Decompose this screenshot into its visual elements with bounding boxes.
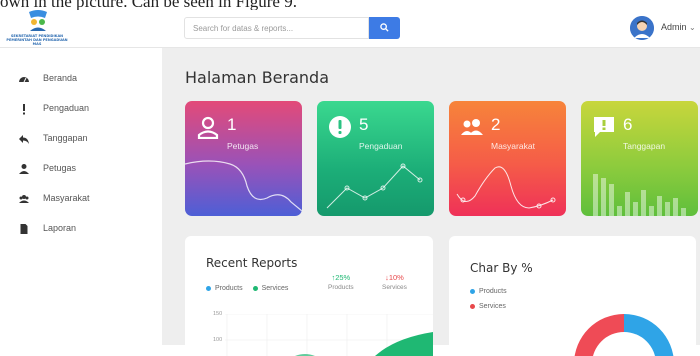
logo-text: SEKRETARIAT PENDIDIKAN PEMERINTAH DAN PE… xyxy=(6,34,68,46)
sidebar-item-laporan[interactable]: Laporan xyxy=(0,218,162,240)
card-label: Petugas xyxy=(227,141,259,151)
exclamation-icon xyxy=(23,104,25,115)
donut-chart xyxy=(574,314,674,356)
sparkline-decoration xyxy=(593,174,686,216)
exclamation-circle-icon xyxy=(329,116,351,138)
stat-products: ↑25% Products xyxy=(328,273,354,291)
stat-services: ↓10% Services xyxy=(382,273,407,291)
recent-reports-panel: Recent Reports Products Services ↑25% Pr… xyxy=(185,236,433,356)
chart-legend: Products Services xyxy=(206,285,288,292)
services-area xyxy=(375,332,433,356)
card-value: 6 xyxy=(623,115,633,134)
sidebar: Beranda Pengaduan Tanggapan Petugas Masy… xyxy=(0,48,162,345)
donut-slice-products xyxy=(624,314,674,356)
search-button[interactable] xyxy=(369,17,400,39)
user-icon xyxy=(19,164,29,174)
logo-emblem-icon xyxy=(29,10,47,31)
stat-value: ↓10% xyxy=(385,273,404,282)
users-icon xyxy=(19,195,29,203)
sparkline-decoration xyxy=(326,163,423,209)
legend-item: Products xyxy=(206,285,243,292)
legend-item: Services xyxy=(470,303,506,310)
sparkline-decoration xyxy=(185,160,302,212)
tachometer-icon xyxy=(19,77,29,83)
char-by-panel: Char By % Products Services xyxy=(449,236,696,356)
page-title: Halaman Beranda xyxy=(185,68,330,87)
sidebar-item-tanggapan[interactable]: Tanggapan xyxy=(0,128,162,150)
sidebar-item-label: Masyarakat xyxy=(43,193,90,203)
card-label: Tanggapan xyxy=(623,141,666,151)
sidebar-item-label: Laporan xyxy=(43,223,77,233)
user-icon xyxy=(197,116,219,139)
file-icon xyxy=(20,224,28,234)
reports-chart xyxy=(225,314,433,356)
stat-value: ↑25% xyxy=(331,273,351,282)
search-input[interactable]: Search for datas & reports... xyxy=(184,17,369,39)
user-name: Admin xyxy=(661,22,687,32)
sidebar-item-label: Pengaduan xyxy=(43,103,90,113)
y-tick-label: 150 xyxy=(213,311,223,317)
card-label: Masyarakat xyxy=(491,141,535,151)
sidebar-item-label: Beranda xyxy=(43,73,78,83)
comment-icon xyxy=(594,117,614,137)
legend-item: Services xyxy=(252,285,288,292)
stat-card-tanggapan[interactable]: 6 Tanggapan xyxy=(581,101,698,216)
card-value: 5 xyxy=(359,115,369,134)
top-bar: SEKRETARIAT PENDIDIKAN PEMERINTAH DAN PE… xyxy=(0,10,700,48)
donut-slice-services xyxy=(574,314,624,356)
stat-card-pengaduan[interactable]: 5 Pengaduan xyxy=(317,101,434,216)
search-icon xyxy=(380,23,389,32)
card-value: 1 xyxy=(227,115,237,134)
app-logo[interactable]: SEKRETARIAT PENDIDIKAN PEMERINTAH DAN PE… xyxy=(4,10,70,46)
panel-title: Recent Reports xyxy=(206,256,298,270)
sidebar-item-label: Tanggapan xyxy=(43,133,88,143)
main-content: Halaman Beranda 1 Petugas 5 Pengaduan 2 … xyxy=(162,48,700,356)
stat-card-petugas[interactable]: 1 Petugas xyxy=(185,101,302,216)
user-menu[interactable]: Admin ⌄ xyxy=(661,22,696,32)
y-tick-label: 100 xyxy=(213,337,223,343)
figure-caption: own in the picture. Can be seen in Figur… xyxy=(0,0,297,10)
stat-label: Products xyxy=(328,284,354,291)
reply-icon xyxy=(19,135,29,144)
chevron-down-icon: ⌄ xyxy=(689,23,696,32)
sparkline-decoration xyxy=(456,166,556,209)
stat-card-masyarakat[interactable]: 2 Masyarakat xyxy=(449,101,566,216)
panel-title: Char By % xyxy=(470,261,533,275)
avatar[interactable] xyxy=(630,16,654,40)
sidebar-item-pengaduan[interactable]: Pengaduan xyxy=(0,98,162,120)
sidebar-item-petugas[interactable]: Petugas xyxy=(0,158,162,180)
legend-item: Products xyxy=(470,288,507,295)
users-icon xyxy=(461,119,483,135)
card-value: 2 xyxy=(491,115,501,134)
sidebar-item-beranda[interactable]: Beranda xyxy=(0,68,162,90)
stat-label: Services xyxy=(382,284,407,291)
sidebar-item-masyarakat[interactable]: Masyarakat xyxy=(0,188,162,210)
card-label: Pengaduan xyxy=(359,141,403,151)
sidebar-item-label: Petugas xyxy=(43,163,77,173)
